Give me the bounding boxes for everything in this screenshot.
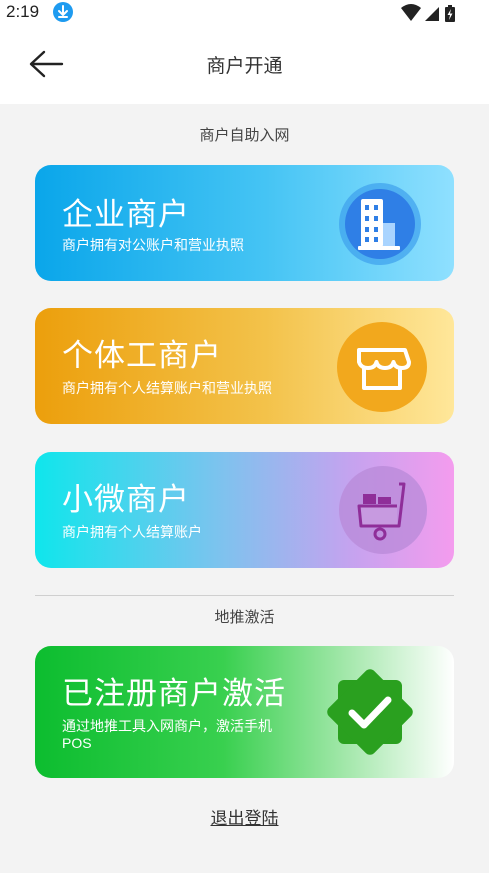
enterprise-merchant-card[interactable]: 企业商户 商户拥有对公账户和营业执照	[35, 165, 454, 281]
cart-icon	[339, 466, 427, 554]
building-icon	[339, 183, 421, 265]
app-bar: 商户开通	[0, 26, 489, 104]
activate-merchant-card[interactable]: 已注册商户激活 通过地推工具入网商户，激活手机 POS	[35, 646, 454, 778]
section-label-promotion: 地推激活	[214, 608, 275, 626]
download-icon	[53, 2, 73, 22]
micro-merchant-card[interactable]: 小微商户 商户拥有个人结算账户	[35, 452, 454, 568]
wifi-icon	[401, 4, 421, 21]
card-title: 个体工商户	[62, 338, 222, 374]
individual-business-card[interactable]: 个体工商户 商户拥有个人结算账户和营业执照	[35, 308, 454, 424]
card-description-line1: 通过地推工具入网商户，激活手机	[62, 719, 272, 735]
logout-link[interactable]: 退出登陆	[211, 809, 279, 829]
signal-icon	[425, 7, 439, 21]
verified-badge-icon	[327, 669, 413, 755]
card-description: 商户拥有个人结算账户和营业执照	[62, 381, 272, 397]
page-title: 商户开通	[206, 55, 283, 77]
card-description: 商户拥有个人结算账户	[62, 525, 202, 541]
storefront-icon	[337, 322, 427, 412]
status-time: 2:19	[6, 2, 40, 21]
card-title: 企业商户	[62, 197, 190, 233]
card-title: 小微商户	[62, 482, 190, 518]
logout-container: 退出登陆	[0, 804, 489, 829]
section-divider	[35, 595, 454, 596]
card-title: 已注册商户激活	[62, 676, 286, 712]
status-bar: 2:19	[0, 0, 489, 26]
system-status-icons	[401, 4, 455, 22]
card-description-line2: POS	[62, 735, 92, 751]
card-description: 商户拥有对公账户和营业执照	[62, 238, 244, 254]
battery-icon	[445, 5, 455, 22]
section-label-self-service: 商户自助入网	[199, 126, 290, 144]
